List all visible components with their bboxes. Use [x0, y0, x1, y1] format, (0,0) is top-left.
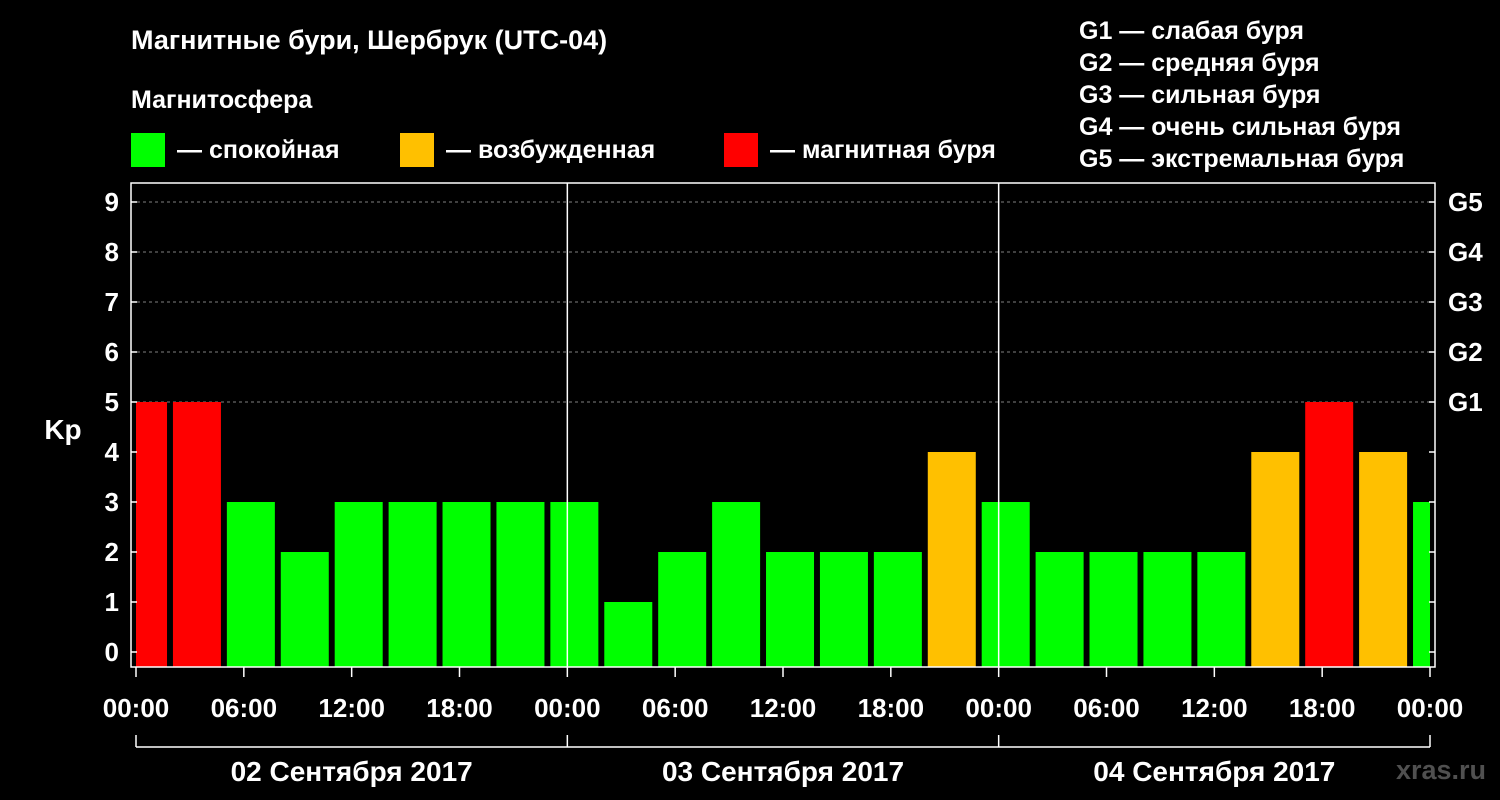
kp-bar — [442, 502, 491, 667]
y-tick-label: 7 — [105, 287, 119, 317]
y-axis-label: Kp — [44, 414, 81, 445]
kp-bar — [226, 502, 275, 667]
x-tick-label: 18:00 — [858, 693, 925, 723]
kp-bar — [927, 452, 976, 667]
kp-bar — [1413, 502, 1430, 667]
x-tick-label: 06:00 — [211, 693, 278, 723]
g-level-label: G4 — [1448, 237, 1483, 267]
x-tick-label: 00:00 — [1397, 693, 1464, 723]
y-tick-label: 8 — [105, 237, 119, 267]
kp-bar — [712, 502, 761, 667]
kp-bar — [388, 502, 437, 667]
kp-bar — [1197, 552, 1246, 667]
kp-bar — [873, 552, 922, 667]
kp-bar — [550, 502, 599, 667]
kp-bar-chart: 0 1 2 3 4 5 6 7 8 9 G1 G2 G3 G4 G5 Kp 00:00 06:00 12:00 18:… — [44, 182, 1483, 787]
g-level-label: G5 — [1448, 187, 1483, 217]
y-tick-label: 1 — [105, 587, 119, 617]
x-tick-label: 18:00 — [426, 693, 493, 723]
kp-bar — [1089, 552, 1138, 667]
day-label: 04 Сентября 2017 — [1093, 756, 1335, 787]
kp-bar — [172, 402, 221, 667]
kp-bar — [496, 502, 545, 667]
kp-bar — [334, 502, 383, 667]
kp-bar — [1251, 452, 1300, 667]
kp-bar — [1359, 452, 1408, 667]
x-tick-label: 12:00 — [1181, 693, 1248, 723]
kp-bar — [766, 552, 815, 667]
x-tick-label: 18:00 — [1289, 693, 1356, 723]
x-tick-label: 12:00 — [318, 693, 385, 723]
g-level-label: G3 — [1448, 287, 1483, 317]
y-tick-label: 2 — [105, 537, 119, 567]
kp-bar — [658, 552, 707, 667]
y-tick-label: 0 — [105, 637, 119, 667]
x-tick-label: 12:00 — [750, 693, 817, 723]
y-tick-label: 3 — [105, 487, 119, 517]
day-label: 02 Сентября 2017 — [231, 756, 473, 787]
x-tick-label: 00:00 — [534, 693, 601, 723]
day-label: 03 Сентября 2017 — [662, 756, 904, 787]
x-tick-label: 00:00 — [965, 693, 1032, 723]
g-level-label: G2 — [1448, 337, 1483, 367]
kp-bar — [1305, 402, 1354, 667]
y-tick-label: 5 — [105, 387, 119, 417]
x-tick-label: 06:00 — [642, 693, 709, 723]
kp-bar — [136, 402, 168, 667]
y-tick-label: 6 — [105, 337, 119, 367]
kp-bar — [1143, 552, 1192, 667]
watermark: xras.ru — [1395, 755, 1486, 785]
y-tick-label: 4 — [105, 437, 120, 467]
x-tick-label: 00:00 — [103, 693, 170, 723]
kp-bar — [981, 502, 1030, 667]
kp-bar — [1035, 552, 1084, 667]
kp-bar — [819, 552, 868, 667]
kp-bar — [604, 602, 653, 667]
g-level-label: G1 — [1448, 387, 1483, 417]
x-tick-label: 06:00 — [1073, 693, 1140, 723]
y-tick-label: 9 — [105, 187, 119, 217]
kp-bar — [280, 552, 329, 667]
